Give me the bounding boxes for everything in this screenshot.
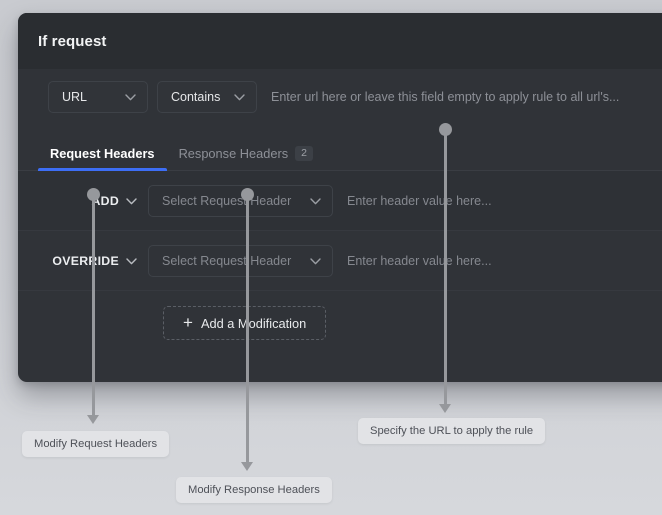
tab-request-headers[interactable]: Request Headers — [38, 146, 167, 171]
callout-modify-response-headers: Modify Response Headers — [176, 477, 332, 503]
match-kind-select[interactable]: Contains — [157, 81, 257, 113]
tab-response-headers-label: Response Headers — [178, 146, 289, 161]
add-modification-label: Add a Modification — [200, 315, 307, 331]
chevron-down-icon — [126, 194, 137, 208]
request-header-select-override-value: Select Request Header — [162, 253, 292, 268]
callout-specify-url: Specify the URL to apply the rule — [358, 418, 546, 444]
table-row: ADD Select Request Header Enter header v… — [18, 171, 662, 231]
add-modification-row: + Add a Modification — [18, 291, 662, 355]
table-row: OVERRIDE Select Request Header Enter hea… — [18, 231, 662, 291]
request-header-select-override[interactable]: Select Request Header — [148, 244, 333, 277]
page-title: If request — [38, 32, 107, 50]
request-header-select-add[interactable]: Select Request Header — [148, 184, 333, 217]
annotation-stem — [443, 128, 447, 407]
url-kind-value: URL — [62, 90, 88, 104]
modification-action-override[interactable]: OVERRIDE — [18, 254, 148, 268]
annotation-stem — [91, 193, 95, 418]
status-badge: 2 — [295, 146, 313, 161]
chevron-down-icon — [310, 254, 321, 268]
plus-icon: + — [183, 312, 193, 332]
annotation-arrow — [439, 404, 451, 413]
annotation-arrow — [87, 415, 99, 424]
url-input[interactable]: Enter url here or leave this field empty… — [271, 90, 662, 104]
annotation-stem — [245, 193, 249, 465]
request-header-select-add-value: Select Request Header — [162, 193, 292, 208]
modification-action-override-label: OVERRIDE — [52, 253, 119, 268]
header-value-input-add[interactable]: Enter header value here... — [347, 194, 662, 208]
match-kind-value: Contains — [171, 90, 221, 104]
header-type-tabs: Request Headers Response Headers 2 — [18, 125, 662, 171]
tab-response-headers[interactable]: Response Headers 2 — [167, 146, 325, 171]
callout-modify-request-headers: Modify Request Headers — [22, 431, 170, 457]
chevron-down-icon — [234, 93, 245, 101]
url-condition-row: URL Contains Enter url here or leave thi… — [18, 69, 662, 125]
chevron-down-icon — [126, 254, 137, 268]
header-value-input-override[interactable]: Enter header value here... — [347, 254, 662, 268]
card-header: If request — [18, 13, 662, 69]
chevron-down-icon — [310, 194, 321, 208]
url-kind-select[interactable]: URL — [48, 81, 148, 113]
tab-request-headers-label: Request Headers — [50, 146, 155, 161]
chevron-down-icon — [125, 93, 136, 101]
annotation-arrow — [241, 462, 253, 471]
rule-card: If request URL Contains Enter url here o… — [18, 13, 662, 382]
modification-action-add[interactable]: ADD — [18, 194, 148, 208]
